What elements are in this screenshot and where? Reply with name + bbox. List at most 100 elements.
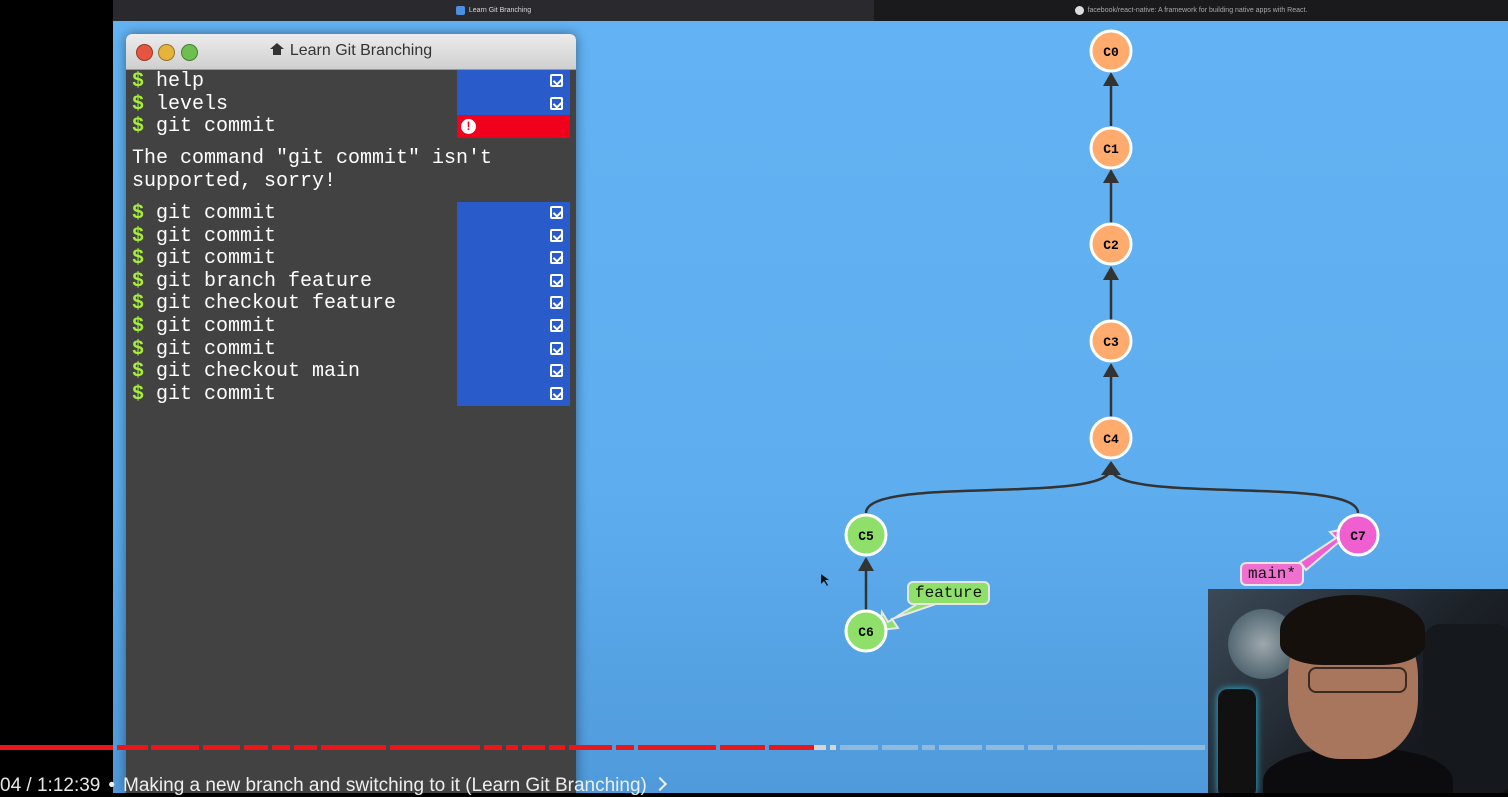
branch-label-feature[interactable]: feature	[907, 581, 991, 605]
progress-played-segment	[720, 745, 765, 750]
progress-played-segment	[638, 745, 716, 750]
command-line: $ git checkout feature	[132, 292, 396, 315]
command-text: git commit	[156, 337, 277, 361]
command-text: git commit	[156, 115, 277, 139]
command-line: $ git commit	[132, 202, 276, 225]
webcam-overlay	[1208, 589, 1508, 793]
command-line: $ help	[132, 70, 204, 93]
command-line: $ levels	[132, 93, 228, 116]
commit-label: C6	[858, 625, 874, 640]
chevron-right-icon[interactable]	[652, 776, 667, 792]
commit-label: C0	[1103, 45, 1119, 60]
command-text: git checkout main	[156, 360, 361, 384]
command-text: git commit	[156, 224, 277, 248]
command-text: git commit	[156, 202, 277, 225]
progress-remaining-segment	[939, 745, 982, 750]
command-line: $ git commit	[132, 338, 276, 361]
command-console-window: Learn Git Branching $ help $ levels $ git com…	[126, 34, 576, 793]
progress-played-segment	[151, 745, 199, 750]
commit-c6[interactable]: C6	[844, 609, 888, 653]
mouse-cursor-icon	[821, 574, 829, 586]
video-progress-bar[interactable]	[0, 745, 1508, 750]
error-message: The command "git commit" isn't supported…	[132, 147, 505, 193]
command-text: git commit	[156, 315, 277, 338]
prompt-symbol: $	[132, 224, 145, 248]
arrowhead	[1103, 266, 1119, 280]
command-success-status	[457, 92, 570, 116]
command-success-status	[457, 269, 570, 293]
progress-remaining-segment	[1057, 745, 1205, 750]
check-icon	[550, 74, 563, 87]
commit-c3[interactable]: C3	[1089, 319, 1133, 363]
microphone	[1218, 689, 1256, 793]
command-line: $ git commit	[132, 225, 276, 248]
commit-c0[interactable]: C0	[1089, 29, 1133, 73]
command-line: $ git checkout main	[132, 360, 360, 383]
prompt-symbol: $	[132, 70, 145, 93]
progress-played-segment	[569, 745, 612, 750]
commit-c2[interactable]: C2	[1089, 222, 1133, 266]
prompt-symbol: $	[132, 315, 145, 338]
commit-c1[interactable]: C1	[1089, 126, 1133, 170]
arrowhead	[1103, 169, 1119, 183]
commit-label: C4	[1103, 432, 1119, 447]
branch-label-main[interactable]: main*	[1240, 562, 1305, 586]
progress-remaining-segment	[882, 745, 918, 750]
arrowhead	[1103, 363, 1119, 377]
command-text: git checkout feature	[156, 292, 397, 316]
command-text: levels	[156, 92, 229, 116]
error-icon: !	[461, 119, 476, 135]
arrowhead	[1101, 461, 1121, 475]
commit-label: C1	[1103, 142, 1119, 157]
check-icon	[550, 341, 563, 355]
check-icon	[550, 96, 563, 110]
check-icon	[550, 273, 563, 287]
video-chapter-bar[interactable]: 04 / 1:12:39 • Making a new branch and swi…	[0, 775, 667, 797]
progress-remaining-segment	[986, 745, 1024, 750]
commit-label: C2	[1103, 238, 1119, 253]
command-success-status	[457, 292, 570, 316]
edge-c7-c4	[1109, 467, 1360, 514]
prompt-symbol: $	[132, 382, 145, 406]
commit-c7[interactable]: C7	[1336, 513, 1380, 557]
command-text: git commit	[156, 382, 277, 406]
progress-played-segment	[321, 745, 386, 750]
command-line: $ git branch feature	[132, 270, 372, 293]
check-icon	[550, 364, 563, 378]
progress-played-segment	[616, 745, 634, 750]
command-text: help	[156, 70, 205, 93]
progress-played-segment	[390, 745, 480, 750]
commit-c4[interactable]: C4	[1089, 416, 1133, 460]
progress-remaining-segment	[814, 745, 826, 750]
prompt-symbol: $	[132, 202, 145, 225]
command-error-status: !	[457, 115, 570, 139]
progress-remaining-segment	[1028, 745, 1053, 750]
command-line: $ git commit	[132, 383, 276, 406]
command-success-status	[457, 337, 570, 361]
command-line: $ git commit	[132, 115, 276, 138]
prompt-symbol: $	[132, 92, 145, 116]
command-success-status	[457, 202, 570, 225]
progress-played-segment	[272, 745, 290, 750]
check-icon	[550, 228, 563, 242]
commit-label: C7	[1350, 529, 1366, 544]
check-icon	[550, 251, 563, 265]
progress-remaining-segment	[840, 745, 878, 750]
console-title-text: Learn Git Branching	[289, 42, 433, 59]
progress-remaining-segment	[922, 745, 935, 750]
check-icon	[550, 386, 563, 400]
presenter-glasses	[1308, 667, 1407, 693]
progress-played-segment	[203, 745, 240, 750]
progress-played-segment	[484, 745, 502, 750]
progress-played-segment	[117, 745, 148, 750]
command-success-status	[457, 315, 570, 338]
command-success-status	[457, 70, 570, 93]
progress-played-segment	[549, 745, 565, 750]
progress-played-segment	[0, 745, 113, 750]
progress-played-segment	[769, 745, 814, 750]
progress-played-segment	[244, 745, 268, 750]
commit-c5[interactable]: C5	[844, 513, 888, 557]
console-title: Learn Git Branching	[126, 42, 576, 60]
command-line: $ git commit	[132, 247, 276, 270]
progress-played-segment	[506, 745, 518, 750]
